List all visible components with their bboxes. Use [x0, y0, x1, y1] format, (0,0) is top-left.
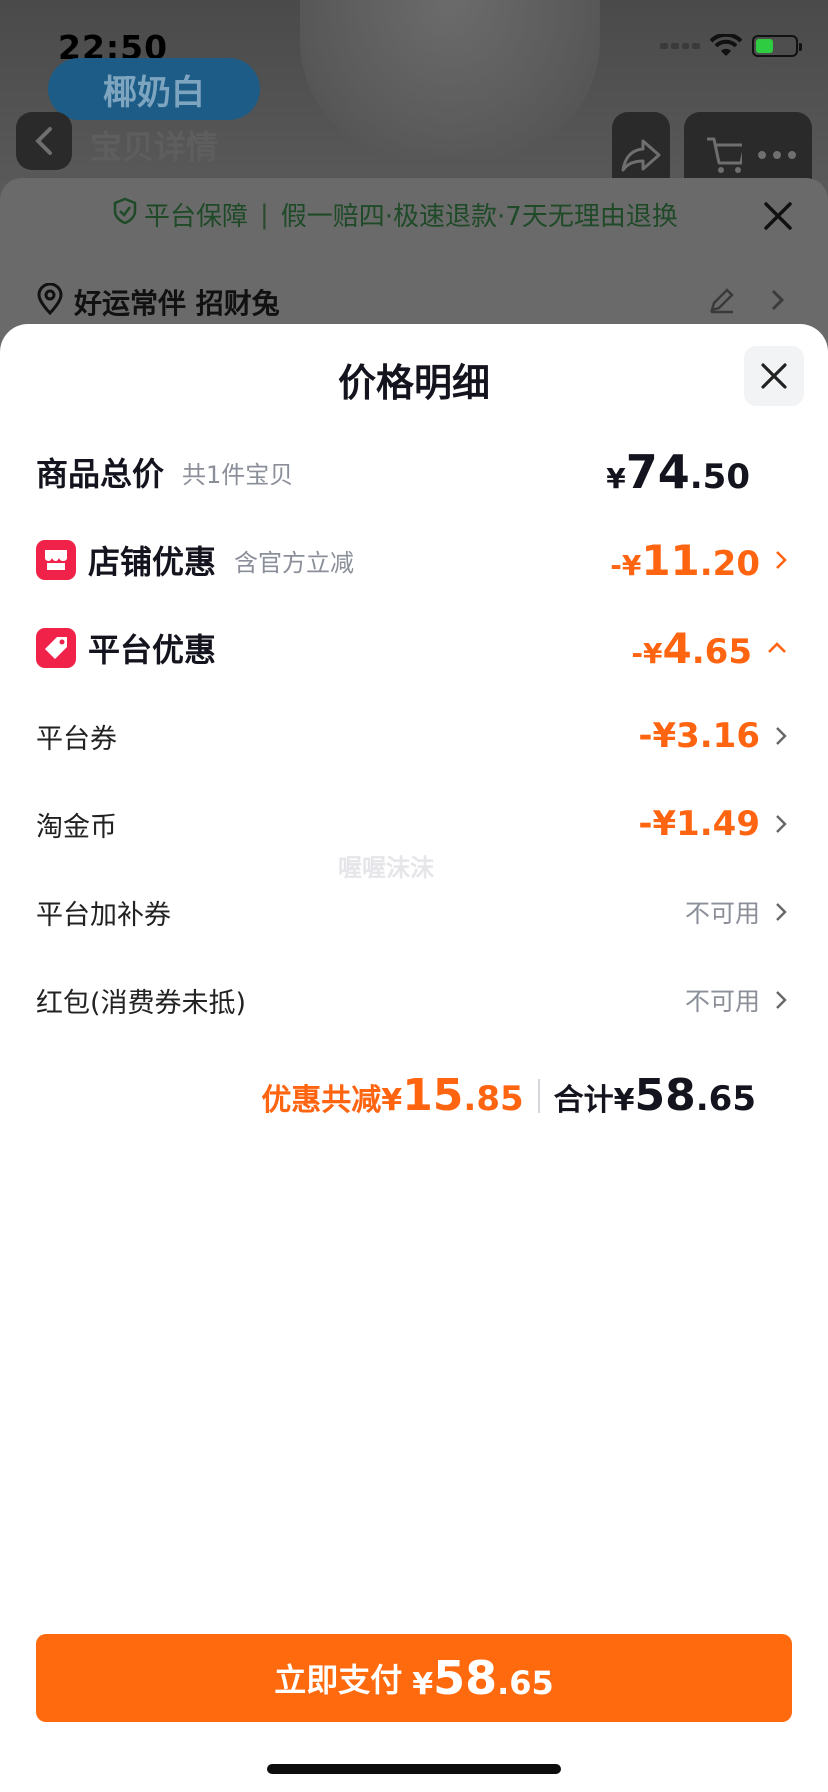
shop-discount-label: 店铺优惠: [88, 543, 217, 581]
taojin-coin-row[interactable]: 淘金币 -¥1.49: [0, 794, 828, 854]
total-discount: 优惠共减¥ 15 .85: [261, 1070, 524, 1121]
platform-discount-row[interactable]: 平台优惠 -¥ 4 .65: [0, 618, 828, 678]
chevron-right-icon: [774, 989, 788, 1011]
edit-icon[interactable]: [708, 286, 736, 318]
platform-coupon-amount: -¥3.16: [638, 716, 760, 756]
pay-now-label: 立即支付: [274, 1661, 403, 1699]
close-button[interactable]: [744, 346, 804, 406]
shop-discount-amount: -¥ 11 .20: [610, 535, 760, 585]
product-image: [300, 0, 600, 160]
status-icons: [660, 34, 802, 58]
guarantee-separator: |: [260, 199, 269, 230]
platform-discount-amount: -¥ 4 .65: [631, 623, 752, 673]
location-pin-icon: [36, 282, 64, 322]
goods-total-price: ¥ 74 .50: [606, 445, 750, 499]
chevron-right-icon: [774, 549, 788, 571]
total-amount: 合计¥ 58 .65: [553, 1070, 756, 1121]
platform-extra-coupon-label: 平台加补券: [36, 899, 171, 931]
chevron-up-icon: [766, 641, 788, 655]
platform-extra-coupon-status: 不可用: [684, 899, 760, 928]
price-summary: 优惠共减¥ 15 .85 合计¥ 58 .65: [261, 1070, 756, 1121]
guarantee-title: 平台保障: [144, 202, 249, 232]
signal-icon: [660, 43, 700, 49]
red-packet-label: 红包(消费券未抵): [36, 987, 247, 1019]
header-close-icon[interactable]: [762, 200, 794, 236]
chevron-right-icon: [774, 725, 788, 747]
shipping-address[interactable]: 好运常伴 招财兔: [36, 282, 280, 322]
nav-title: 宝贝详情: [90, 128, 219, 166]
guarantee-items: 假一赔四·极速退款·7天无理由退换: [280, 202, 678, 232]
chevron-right-icon: [774, 813, 788, 835]
sheet-title: 价格明细: [337, 361, 490, 405]
pay-now-amount: ¥ 58 .65: [412, 1651, 554, 1705]
platform-coupon-row[interactable]: 平台券 -¥3.16: [0, 706, 828, 766]
watermark: 喔喔沫沫: [338, 854, 434, 882]
summary-divider: [537, 1078, 540, 1113]
platform-guarantee: 平台保障 | 假一赔四·极速退款·7天无理由退换: [112, 196, 678, 233]
tag-icon: [36, 628, 76, 668]
chevron-right-icon: [774, 901, 788, 923]
shop-discount-row[interactable]: 店铺优惠 含官方立减 -¥ 11 .20: [0, 530, 828, 590]
goods-count: 共1件宝贝: [182, 460, 294, 489]
taojin-coin-amount: -¥1.49: [638, 804, 760, 844]
pay-now-button[interactable]: 立即支付 ¥ 58 .65: [36, 1634, 792, 1722]
red-packet-row[interactable]: 红包(消费券未抵) 不可用: [0, 970, 828, 1030]
back-button[interactable]: [16, 112, 72, 170]
goods-total-label: 商品总价: [36, 455, 165, 493]
taojin-coin-label: 淘金币: [36, 811, 117, 843]
shop-icon: [36, 540, 76, 580]
color-option-pill: 椰奶白: [48, 58, 260, 120]
platform-coupon-label: 平台券: [36, 723, 117, 755]
home-indicator: [267, 1764, 561, 1774]
close-icon: [761, 363, 787, 389]
shop-discount-note: 含官方立减: [234, 548, 355, 577]
battery-icon: [752, 35, 802, 57]
platform-extra-coupon-row[interactable]: 平台加补券 不可用: [0, 882, 828, 942]
platform-discount-label: 平台优惠: [88, 631, 217, 669]
address-chevron-icon[interactable]: [770, 288, 786, 316]
shield-icon: [112, 197, 138, 232]
red-packet-status: 不可用: [684, 987, 760, 1016]
price-detail-sheet: 价格明细 商品总价 共1件宝贝 ¥ 74 .50 店铺优惠 含官方立减 -¥ 1…: [0, 324, 828, 1792]
address-text: 好运常伴 招财兔: [74, 287, 280, 320]
goods-total-row: 商品总价 共1件宝贝 ¥ 74 .50: [0, 442, 828, 502]
wifi-icon: [710, 34, 742, 58]
